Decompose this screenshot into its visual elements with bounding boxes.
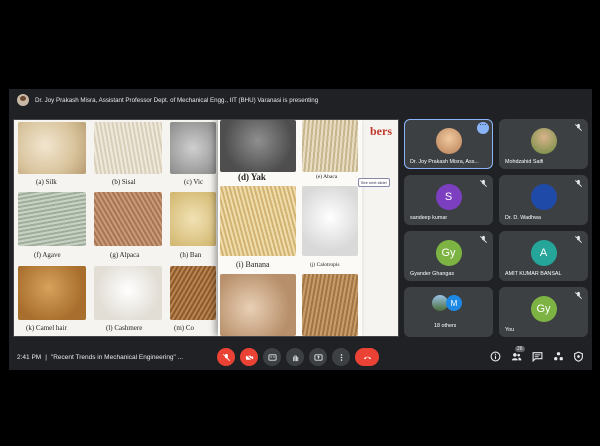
mic-off-icon <box>222 353 230 361</box>
participant-name: Gyander Ghangas <box>410 271 455 277</box>
clock: 2:41 PM <box>17 353 42 361</box>
caption-calotropis: (j) Calotropis <box>310 262 340 268</box>
mic-off-icon <box>575 235 582 243</box>
mic-off-icon <box>575 179 582 187</box>
participant-name: Mohdzahid Saifi <box>505 159 544 165</box>
participant-tile[interactable]: Mohdzahid Saifi <box>499 119 588 169</box>
mic-toggle-button[interactable] <box>217 348 235 366</box>
present-button[interactable] <box>309 348 327 366</box>
participant-avatar: Gy <box>435 240 462 266</box>
participant-tile-presenter[interactable]: ⋯ Dr. Joy Prakash Misra, Ass... <box>404 119 493 169</box>
self-tile[interactable]: Gy You <box>499 287 588 337</box>
camera-toggle-button[interactable] <box>240 348 258 366</box>
participant-avatar: S <box>435 184 462 210</box>
caption-agave: (f) Agave <box>34 251 61 259</box>
shared-slide: (a) Silk (b) Sisal (c) Vic (f) Agave (g)… <box>13 119 399 337</box>
silk-image <box>18 122 86 174</box>
self-avatar: Gy <box>530 296 557 322</box>
participant-name: Dr. Joy Prakash Misra, Ass... <box>410 159 479 165</box>
caption-bamboo: (h) Ban <box>180 251 202 259</box>
people-icon[interactable] <box>511 351 522 362</box>
page-flap: (d) Yak (e) Abaca (i) Banana (j) Calotro… <box>218 120 362 336</box>
calotropis-image <box>302 186 358 256</box>
people-count-badge: 26 <box>515 346 525 352</box>
caption-cashmere: (l) Cashmere <box>106 324 143 332</box>
others-tile[interactable]: M 18 others <box>404 287 493 337</box>
participant-name: You <box>505 327 515 333</box>
captions-icon <box>267 353 277 361</box>
participant-tile[interactable]: A AMIT KUMAR BANSAL <box>499 231 588 281</box>
abaca-image <box>302 120 358 172</box>
caption-coir: (m) Co <box>174 324 195 332</box>
raise-hand-button[interactable] <box>286 348 304 366</box>
captions-button[interactable] <box>263 348 281 366</box>
others-count: 18 others <box>434 323 457 329</box>
camel-hair-image <box>18 266 86 320</box>
agave-image <box>18 192 86 246</box>
separator: | <box>45 353 47 361</box>
mic-off-icon <box>575 291 582 299</box>
bottom-toolbar: 2:41 PM | "Recent Trends in Mechanical E… <box>9 344 592 370</box>
hands-image <box>220 274 296 336</box>
vicuna-image <box>170 122 216 174</box>
presenter-avatar-large <box>435 128 462 154</box>
more-options-button[interactable] <box>332 348 350 366</box>
presenting-banner: Dr. Joy Prakash Misra, Assistant Profess… <box>9 89 592 111</box>
participant-name: AMIT KUMAR BANSAL <box>505 271 562 277</box>
bamboo-image <box>170 192 216 246</box>
mic-off-icon <box>480 179 487 187</box>
more-options-icon[interactable]: ⋯ <box>477 122 489 134</box>
caption-sisal: (b) Sisal <box>112 178 136 186</box>
participant-name: Dr. D. Wadhwa <box>505 215 542 221</box>
leave-call-button[interactable] <box>355 348 379 366</box>
hand-icon <box>292 354 298 361</box>
participant-tile[interactable]: Dr. D. Wadhwa <box>499 175 588 225</box>
chat-icon[interactable] <box>532 351 543 362</box>
caption-silk: (a) Silk <box>36 178 57 186</box>
participant-avatar: A <box>530 240 557 266</box>
sisal-image <box>94 122 162 174</box>
activities-icon[interactable] <box>553 351 564 362</box>
camera-off-icon <box>245 353 253 361</box>
more-vert-icon <box>340 353 342 361</box>
hang-up-icon <box>363 356 371 359</box>
host-controls-icon[interactable] <box>573 351 584 362</box>
fiber-sheet-image <box>302 274 358 336</box>
yak-image <box>220 120 296 172</box>
caption-camel-hair: (k) Camel hair <box>26 324 67 332</box>
slide-heading: bers <box>370 124 392 138</box>
coir-image <box>170 266 216 320</box>
caption-alpaca: (g) Alpaca <box>110 251 140 259</box>
present-icon <box>313 353 323 361</box>
presenter-avatar <box>17 94 29 106</box>
participant-tile[interactable]: S sandeep kumar <box>404 175 493 225</box>
mic-off-icon <box>480 235 487 243</box>
info-icon[interactable] <box>490 351 501 362</box>
caption-abaca: (e) Abaca <box>316 174 338 180</box>
participant-tile[interactable]: Gy Gyander Ghangas <box>404 231 493 281</box>
alpaca-image <box>94 192 162 246</box>
others-avatar-initial: M <box>446 295 462 311</box>
participant-avatar <box>530 128 557 154</box>
banana-image <box>220 186 296 256</box>
participant-name: sandeep kumar <box>410 215 448 221</box>
caption-banana: (i) Banana <box>236 260 270 269</box>
cashmere-image <box>94 266 162 320</box>
university-logo-avatar <box>530 184 557 210</box>
mic-off-icon <box>575 123 582 131</box>
meeting-title: "Recent Trends in Mechanical Engineering… <box>50 353 184 361</box>
caption-vicuna: (c) Vic <box>184 178 204 186</box>
caption-yak: (d) Yak <box>238 172 266 182</box>
slide-side-note: See next slide! <box>357 178 390 187</box>
meet-window: Dr. Joy Prakash Misra, Assistant Profess… <box>9 89 592 370</box>
presenting-text: Dr. Joy Prakash Misra, Assistant Profess… <box>35 96 319 104</box>
